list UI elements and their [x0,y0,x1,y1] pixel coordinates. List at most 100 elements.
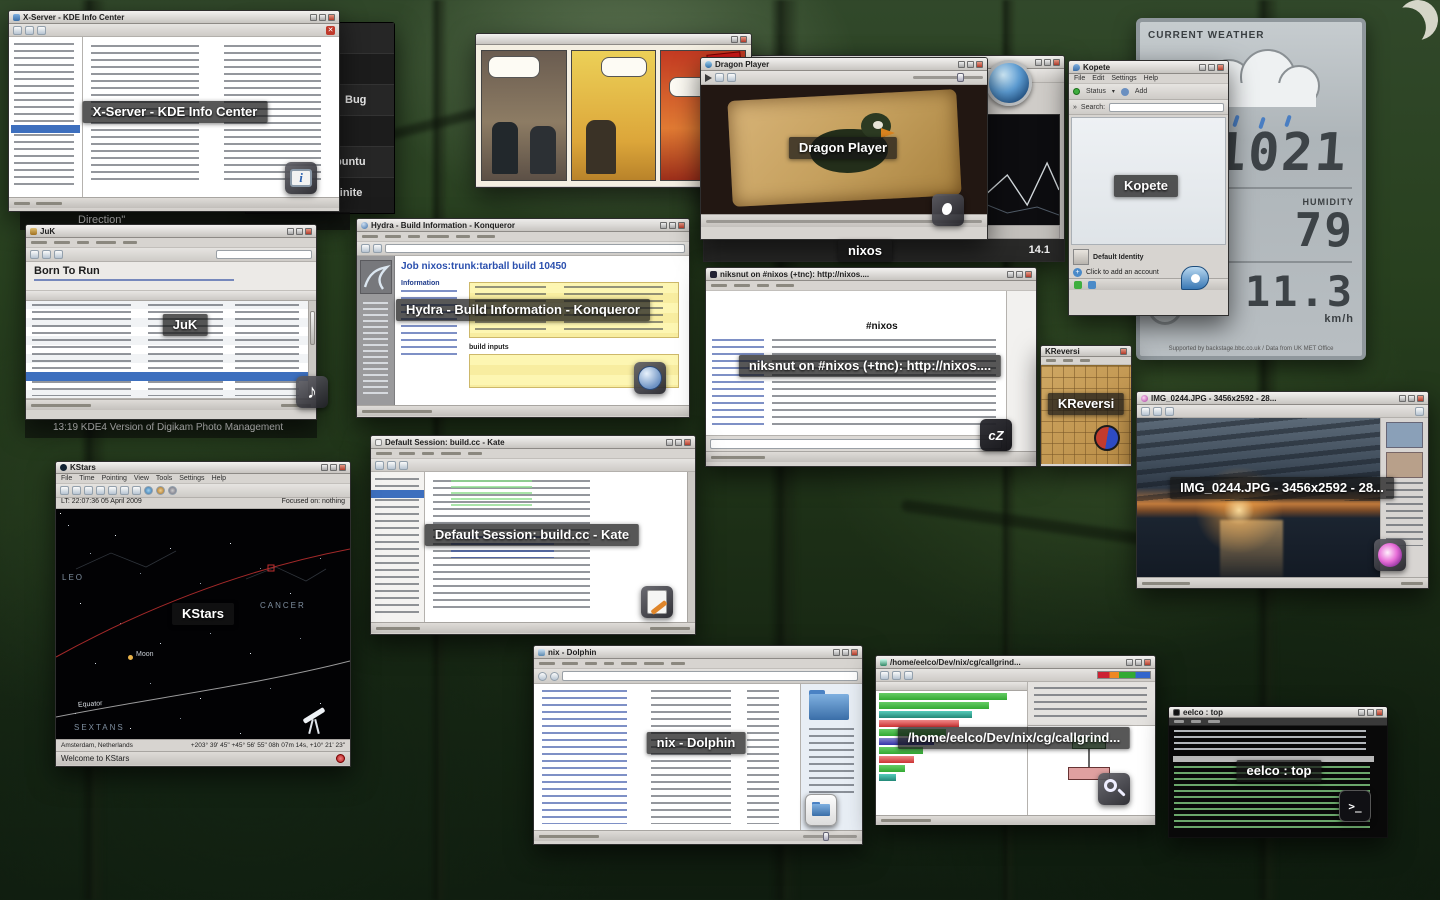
flag-icon[interactable] [1074,281,1082,289]
selected-row[interactable] [26,372,308,381]
menu-view[interactable]: View [134,475,149,482]
location-bar[interactable] [385,244,685,253]
record-button[interactable] [336,754,345,763]
zoom-handle[interactable] [823,832,829,841]
globe-icon[interactable] [986,60,1032,106]
window-buttons[interactable] [321,464,346,471]
volume-slider[interactable] [913,76,983,79]
window-buttons[interactable] [1007,271,1032,278]
input-row[interactable] [706,435,1006,451]
toolbar[interactable]: Status ▾ Add [1069,84,1228,100]
menu-settings[interactable]: Settings [1111,75,1136,82]
label-juk[interactable]: JuK [163,314,208,336]
menu-pointing[interactable]: Pointing [102,475,127,482]
close-icon[interactable]: ✕ [326,26,335,35]
titlebar[interactable]: Hydra - Build Information - Konqueror [357,219,689,232]
window-buttons[interactable] [833,649,858,656]
search-input[interactable] [216,250,312,259]
module-tree[interactable] [9,37,83,197]
thumbnail[interactable] [1386,452,1423,478]
toolbar[interactable] [371,459,695,472]
search-row[interactable]: » Search: [1069,100,1228,115]
titlebar[interactable]: eelco : top [1169,707,1387,718]
label-kopete[interactable]: Kopete [1114,175,1178,197]
menu-file[interactable]: File [1074,75,1085,82]
label-kate[interactable]: Default Session: build.cc - Kate [425,524,639,546]
desktop[interactable]: { "desktop": { "headline": "13:19 KDE4 V… [0,0,1440,900]
titlebar[interactable]: X-Server - KDE Info Center [9,11,339,24]
breadcrumb[interactable] [562,671,858,681]
search-input[interactable] [1109,103,1224,112]
cost-row[interactable] [879,765,1024,772]
window-buttons[interactable] [731,36,747,43]
menubar[interactable] [26,238,316,248]
cost-row[interactable] [879,711,1024,718]
titlebar[interactable]: IMG_0244.JPG - 3456x2592 - 28... [1137,392,1428,405]
label-dragonplayer[interactable]: Dragon Player [789,137,897,159]
window-buttons[interactable] [1035,59,1060,66]
menu-file[interactable]: File [61,475,72,482]
window-buttons[interactable] [1358,709,1383,716]
window-buttons[interactable] [1120,348,1127,355]
cost-row[interactable] [879,756,1024,763]
play-icon[interactable] [705,74,712,82]
volume-handle[interactable] [957,73,964,82]
menubar[interactable] [1041,357,1131,365]
menu-tools[interactable]: Tools [156,475,172,482]
label-kstars[interactable]: KStars [172,603,234,625]
status-menu[interactable]: Status [1086,88,1106,95]
titlebar[interactable]: nix - Dolphin [534,646,862,659]
label-konqueror[interactable]: Hydra - Build Information - Konqueror [396,299,650,321]
label-amarok[interactable]: nixos [838,240,892,262]
titlebar[interactable]: niksnut on #nixos (+tnc): http://nixos..… [706,268,1036,281]
toolbar[interactable]: ✕ [9,24,339,37]
window-buttons[interactable] [310,14,335,21]
moon-object[interactable] [128,655,133,660]
cost-row[interactable] [879,720,1024,727]
titlebar[interactable]: JuK [26,225,316,238]
playlist-table[interactable] [26,291,316,399]
add-menu[interactable]: Add [1135,88,1147,95]
titlebar[interactable]: Default Session: build.cc - Kate [371,436,695,449]
window-buttons[interactable] [666,439,691,446]
label-gwenview[interactable]: IMG_0244.JPG - 3456x2592 - 28... [1170,477,1394,499]
menubar[interactable] [371,449,695,459]
toolbar[interactable] [56,484,350,498]
zoom-slider[interactable] [803,835,857,838]
titlebar[interactable]: /home/eelco/Dev/nix/cg/callgrind... [876,656,1155,669]
expand-icon[interactable]: » [1073,104,1077,111]
label-infocenter[interactable]: X-Server - KDE Info Center [83,101,268,123]
menubar[interactable]: File Time Pointing View Tools Settings H… [56,474,350,484]
window-buttons[interactable] [660,222,685,229]
toolbar[interactable] [876,669,1155,682]
konqueror-sidebar[interactable] [357,256,395,405]
table-header[interactable] [876,682,1027,691]
location-toolbar[interactable] [357,242,689,256]
window-buttons[interactable] [958,61,983,68]
titlebar[interactable]: Kopete [1069,61,1228,74]
cost-row[interactable] [879,774,1024,781]
label-kreversi[interactable]: KReversi [1048,393,1124,415]
titlebar[interactable] [476,34,751,45]
label-dolphin[interactable]: nix - Dolphin [647,732,746,754]
file-list[interactable] [534,684,800,830]
label-konsole-top[interactable]: eelco : top [1236,760,1321,782]
menu-help[interactable]: Help [212,475,226,482]
window-buttons[interactable] [1126,659,1151,666]
toolbar[interactable] [1137,405,1428,418]
toolbar[interactable] [26,248,316,262]
menubar[interactable] [357,232,689,242]
menu-edit[interactable]: Edit [1092,75,1104,82]
cost-row[interactable] [879,693,1024,700]
flag-icon[interactable] [1088,281,1096,289]
window-buttons[interactable] [287,228,312,235]
menubar[interactable] [706,281,1036,291]
table-header[interactable] [26,291,316,301]
window-buttons[interactable] [1399,395,1424,402]
breadcrumb-toolbar[interactable] [534,669,862,684]
selected-item[interactable] [11,125,80,133]
menu-help[interactable]: Help [1144,75,1158,82]
chat-input[interactable] [710,439,1002,449]
label-kcachegrind[interactable]: /home/eelco/Dev/nix/cg/callgrind... [898,727,1130,749]
player-toolbar[interactable] [701,71,987,85]
